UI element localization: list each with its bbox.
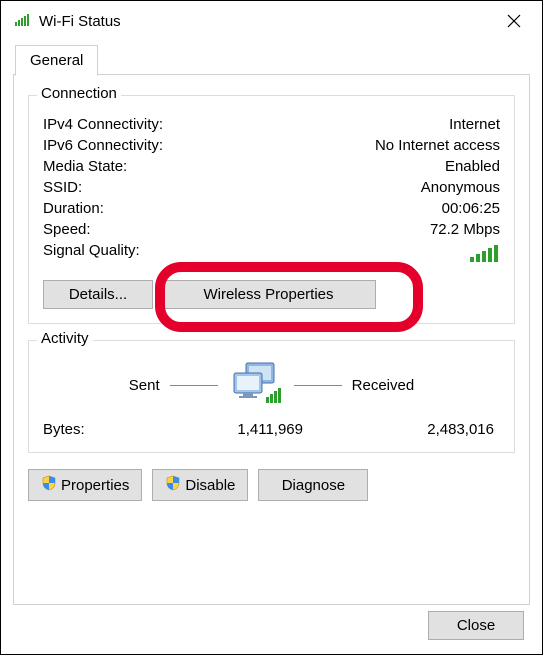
- bytes-received-value: 2,483,016: [343, 421, 500, 438]
- row-duration: Duration: 00:06:25: [43, 200, 500, 217]
- close-button[interactable]: Close: [428, 611, 524, 640]
- row-ipv6: IPv6 Connectivity: No Internet access: [43, 137, 500, 154]
- connection-legend: Connection: [37, 85, 121, 102]
- sent-label: Sent: [129, 377, 160, 394]
- window-title: Wi-Fi Status: [39, 13, 494, 30]
- received-label: Received: [352, 377, 415, 394]
- row-ssid: SSID: Anonymous: [43, 179, 500, 196]
- wireless-properties-button[interactable]: Wireless Properties: [161, 280, 376, 309]
- connection-group: Connection IPv4 Connectivity: Internet I…: [28, 95, 515, 324]
- action-buttons: Properties Disable Diagnose: [28, 469, 515, 501]
- properties-button[interactable]: Properties: [28, 469, 142, 501]
- bytes-row: Bytes: 1,411,969 2,483,016: [43, 421, 500, 438]
- tab-strip: General: [13, 41, 530, 75]
- footer: Close: [428, 611, 524, 640]
- row-media: Media State: Enabled: [43, 158, 500, 175]
- ipv6-value: No Internet access: [375, 137, 500, 154]
- connection-buttons: Details... Wireless Properties: [43, 280, 500, 309]
- disable-button[interactable]: Disable: [152, 469, 248, 501]
- tab-general[interactable]: General: [15, 45, 98, 76]
- ssid-label: SSID:: [43, 179, 82, 196]
- duration-value: 00:06:25: [442, 200, 500, 217]
- activity-diagram: Sent: [43, 361, 500, 409]
- wifi-signal-icon: [15, 12, 31, 30]
- close-button-label: Close: [457, 617, 495, 634]
- signal-bars-icon: [470, 242, 500, 266]
- row-speed: Speed: 72.2 Mbps: [43, 221, 500, 238]
- diagnose-button-label: Diagnose: [282, 477, 345, 494]
- wireless-properties-button-label: Wireless Properties: [203, 286, 333, 303]
- duration-label: Duration:: [43, 200, 104, 217]
- speed-value: 72.2 Mbps: [430, 221, 500, 238]
- properties-button-label: Properties: [61, 477, 129, 494]
- row-signal: Signal Quality:: [43, 242, 500, 266]
- ipv4-value: Internet: [449, 116, 500, 133]
- ipv6-label: IPv6 Connectivity:: [43, 137, 163, 154]
- bytes-separator: [303, 421, 343, 438]
- titlebar: Wi-Fi Status: [1, 1, 542, 41]
- details-button-label: Details...: [69, 286, 127, 303]
- bytes-sent-value: 1,411,969: [143, 421, 303, 438]
- media-label: Media State:: [43, 158, 127, 175]
- bytes-label: Bytes:: [43, 421, 143, 438]
- window-close-button[interactable]: [494, 1, 534, 41]
- signal-label: Signal Quality:: [43, 242, 140, 266]
- ssid-value: Anonymous: [421, 179, 500, 196]
- tab-general-label: General: [30, 52, 83, 69]
- shield-icon: [165, 475, 181, 495]
- ipv4-label: IPv4 Connectivity:: [43, 116, 163, 133]
- activity-group: Activity Sent: [28, 340, 515, 453]
- close-icon: [507, 14, 521, 28]
- tab-content: Connection IPv4 Connectivity: Internet I…: [13, 75, 530, 605]
- diagnose-button[interactable]: Diagnose: [258, 469, 368, 501]
- activity-legend: Activity: [37, 330, 93, 347]
- details-button[interactable]: Details...: [43, 280, 153, 309]
- shield-icon: [41, 475, 57, 495]
- wifi-status-window: Wi-Fi Status General Connection IPv4 Con…: [0, 0, 543, 655]
- divider-line: [170, 385, 218, 386]
- row-ipv4: IPv4 Connectivity: Internet: [43, 116, 500, 133]
- media-value: Enabled: [445, 158, 500, 175]
- disable-button-label: Disable: [185, 477, 235, 494]
- network-computers-icon: [228, 361, 284, 409]
- divider-line: [294, 385, 342, 386]
- speed-label: Speed:: [43, 221, 91, 238]
